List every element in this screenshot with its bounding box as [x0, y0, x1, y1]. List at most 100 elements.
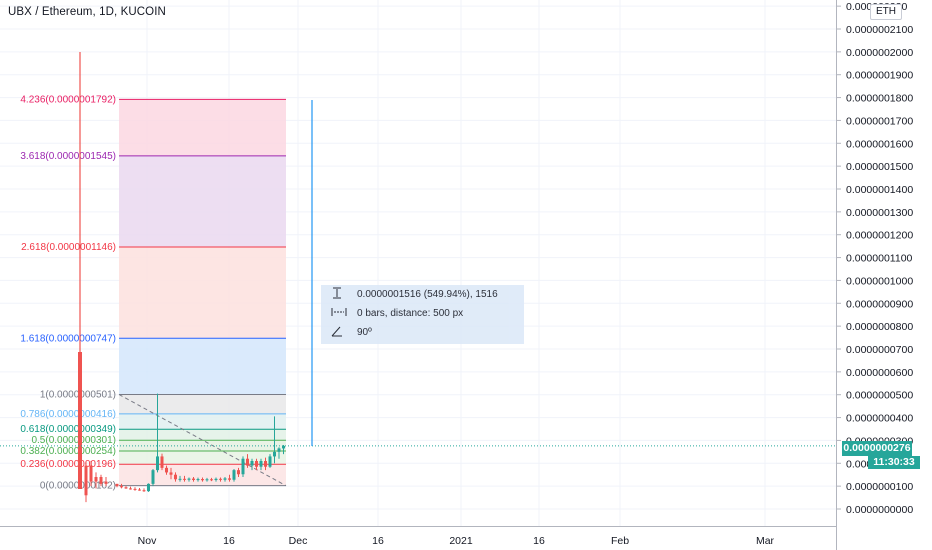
candle-body: [255, 461, 258, 467]
time-axis-label: Dec: [289, 535, 308, 547]
candle-body: [169, 472, 173, 475]
candle-body: [124, 487, 128, 489]
price-axis-label: 0.0000000700: [846, 344, 913, 356]
price-axis-label: 0.0000000500: [846, 390, 913, 402]
fib-zone: [119, 338, 286, 395]
candle-body: [219, 478, 222, 480]
price-axis-label: 0.0000001500: [846, 161, 913, 173]
bars-range-icon: [331, 306, 349, 321]
candle-body: [138, 489, 141, 491]
measure-angle: 90º: [357, 326, 372, 338]
fib-zone: [119, 155, 286, 248]
time-axis-label: Mar: [756, 535, 775, 547]
candle-body: [178, 478, 182, 480]
candle-body: [273, 451, 276, 457]
fib-level-label: 0.382(0.0000000254): [20, 446, 116, 457]
candle-body: [277, 448, 281, 452]
candle-body: [201, 479, 204, 481]
candle-body: [237, 470, 240, 475]
candle-body: [196, 479, 200, 481]
candle-body: [259, 461, 263, 467]
measure-bars-distance: 0 bars, distance: 500 px: [357, 307, 464, 319]
price-range-icon: [331, 287, 349, 302]
price-axis-label: 0.0000002100: [846, 24, 913, 36]
candle-body: [120, 486, 123, 488]
candle-body: [129, 488, 132, 490]
price-axis-label: 0.0000000100: [846, 481, 913, 493]
measure-bars-row: 0 bars, distance: 500 px: [331, 306, 463, 320]
fib-level-label: 1.618(0.0000000747): [20, 333, 116, 344]
time-axis-label: 16: [533, 535, 545, 547]
currency-badge[interactable]: ETH: [870, 4, 902, 20]
candle-body: [183, 478, 186, 480]
price-axis-label: 0.0000001300: [846, 207, 913, 219]
candle-body: [142, 490, 146, 492]
time-axis-label: Feb: [611, 535, 629, 547]
candle-body: [104, 481, 108, 484]
fib-zone: [119, 394, 286, 414]
fib-level-label: 4.236(0.0000001792): [20, 94, 116, 105]
fib-level-label: 1(0.0000000501): [40, 389, 116, 400]
candle-body: [232, 470, 236, 480]
bar-countdown-tag: 11:30:33: [868, 456, 920, 469]
candle-body: [147, 483, 150, 492]
price-axis-label: 0.0000000400: [846, 413, 913, 425]
fib-zone: [119, 99, 286, 156]
candle-body: [205, 479, 209, 481]
measure-price-change: 0.0000001516 (549.94%), 1516: [357, 288, 498, 300]
fib-level-label: 3.618(0.0000001545): [20, 151, 116, 162]
price-axis-label: 0.0000001400: [846, 184, 913, 196]
candle-body: [210, 479, 213, 481]
fib-level-label: 2.618(0.0000001146): [21, 242, 116, 253]
fib-zone: [119, 429, 286, 441]
candle-body: [214, 478, 218, 480]
price-axis-label: 0.0000001200: [846, 230, 913, 242]
candle-body: [241, 458, 245, 475]
angle-icon: [331, 325, 349, 340]
fib-level-label: 0.786(0.0000000416): [20, 409, 116, 420]
candle-body: [99, 477, 103, 484]
price-axis-label: 0.0000000000: [846, 504, 913, 516]
measure-price-row: 0.0000001516 (549.94%), 1516: [331, 287, 498, 301]
current-price-tag: 0.0000000276: [842, 441, 912, 456]
measure-angle-row: 90º: [331, 325, 372, 339]
price-axis-label: 0.0000001700: [846, 115, 913, 127]
measure-tooltip: 0.0000001516 (549.94%), 1516 0 bars, dis…: [321, 285, 524, 344]
candle-body: [165, 467, 168, 473]
price-axis-label: 0.0000002000: [846, 47, 913, 59]
fib-zone: [119, 413, 286, 430]
price-axis-label: 0.0000000900: [846, 298, 913, 310]
time-axis-label: 16: [372, 535, 384, 547]
price-axis-label: 0.0000000600: [846, 367, 913, 379]
price-axis-label: 0.0000001100: [846, 253, 913, 265]
chart-canvas[interactable]: Nov16Dec16202116FebMar0.0000002200.00000…: [0, 0, 932, 550]
candle-body: [89, 465, 93, 482]
candle-body: [151, 470, 155, 484]
price-axis-label: 0.0000000800: [846, 321, 913, 333]
fib-level-label: 0.5(0.0000000301): [31, 435, 116, 446]
price-axis-label: 0.0000001600: [846, 138, 913, 150]
candle-body: [187, 478, 191, 480]
candle-body: [160, 456, 164, 468]
candle-body: [94, 477, 98, 482]
fib-zone: [119, 247, 286, 339]
candle-body: [84, 465, 88, 496]
price-axis-label: 0.0000001800: [846, 93, 913, 105]
candle-body: [223, 478, 227, 480]
candle-body: [115, 483, 119, 487]
fib-level-label: 0.236(0.0000000196): [20, 459, 116, 470]
candle-body: [250, 461, 254, 466]
candle-body: [192, 478, 195, 480]
fib-level-label: 0.618(0.0000000349): [20, 424, 116, 435]
time-axis-label: 2021: [449, 535, 473, 547]
candle-body: [174, 474, 177, 480]
time-axis-label: Nov: [138, 535, 157, 547]
candle-body: [133, 488, 137, 490]
candle-body: [264, 461, 267, 467]
candle-body: [268, 456, 272, 467]
early-spike-body: [78, 352, 82, 489]
chart-title: UBX / Ethereum, 1D, KUCOIN: [8, 6, 166, 18]
price-axis-label: 0.0000001000: [846, 275, 913, 287]
candle-body: [228, 478, 231, 480]
time-axis-label: 16: [223, 535, 235, 547]
